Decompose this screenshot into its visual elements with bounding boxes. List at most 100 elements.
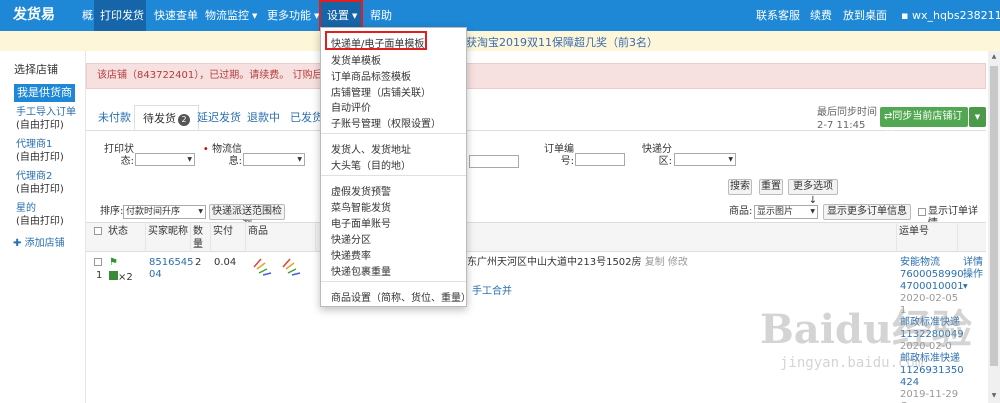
menu-item-label-template[interactable]: 订单商品标签模板 (331, 68, 411, 83)
menu-item-express-rate[interactable]: 快递费率 (331, 247, 371, 262)
logistics-select[interactable] (243, 153, 305, 166)
tab-unpaid[interactable]: 未付款 (90, 105, 139, 130)
watermark-logo: Baidu经验 (760, 306, 972, 353)
sync-dropdown-toggle[interactable]: ▼ (969, 107, 986, 127)
qty-mark-text: ×2 (118, 272, 133, 283)
sidebar-item-star[interactable]: 星的 (自由打印) (16, 202, 64, 228)
manual-merge-link[interactable]: 手工合并 (472, 286, 512, 298)
sidebar-item-agent-1[interactable]: 代理商1 (自由打印) (16, 138, 64, 164)
edit-address-link[interactable]: 修改 (668, 257, 688, 268)
product-thumbnails[interactable] (249, 255, 309, 279)
scroll-up-arrow-icon[interactable]: ▲ (988, 51, 1000, 63)
menu-divider (321, 133, 466, 134)
detail-link[interactable]: 详情 (963, 257, 983, 269)
logistics-label: • 物流信息: (202, 144, 242, 168)
sort-select[interactable]: 付款时间升序 (123, 205, 206, 219)
print-status-label: 打印状态: (104, 144, 134, 167)
sync-orders-button[interactable]: ⇄同步当前店铺订单 (880, 107, 968, 142)
announcement-text[interactable]: 获淘宝2019双11保障超几奖（前3名） (466, 34, 658, 50)
menu-item-express-template[interactable]: 快递单/电子面单模板 (331, 35, 424, 50)
nav-add-desktop[interactable]: 放到桌面 (843, 0, 887, 31)
search-button[interactable]: 搜索 (728, 179, 752, 195)
waybill-number[interactable]: 7600058990 (900, 269, 964, 281)
row-paid: 0.04 (214, 257, 237, 268)
menu-item-fake-ship-alert[interactable]: 虚假发货预警 (331, 183, 391, 198)
address-text: 东广州天河区中山大道中213号1502房 (467, 257, 642, 268)
required-mark: • (202, 144, 209, 155)
reset-button[interactable]: 重置 (759, 179, 783, 195)
tab-refunding[interactable]: 退款中 (239, 105, 288, 130)
app-logo[interactable]: 发货易 (13, 0, 55, 31)
expired-warning: 该店铺（843722401），已过期。请续费。 订购后点击 (86, 63, 986, 89)
scroll-thumb[interactable] (990, 66, 998, 366)
menu-item-sub-account[interactable]: 子账号管理（权限设置） (331, 115, 441, 130)
buyer-input[interactable] (469, 155, 519, 168)
add-shop-link[interactable]: ✚ 添加店铺 (13, 237, 65, 250)
plus-icon: ✚ (13, 238, 22, 249)
nav-renew[interactable]: 续费 (810, 0, 832, 31)
qty-tag-icon (109, 271, 118, 280)
menu-item-ewaybill-account[interactable]: 电子面单账号 (331, 215, 391, 230)
row-qty: 2 (195, 257, 202, 268)
col-goods: 商品 (246, 222, 316, 252)
menu-item-package-weight[interactable]: 快递包裹重量 (331, 263, 391, 278)
col-paid: 实付 (211, 222, 246, 252)
menu-item-sender-address[interactable]: 发货人、发货地址 (331, 141, 411, 156)
filter-panel: 打印状态: • 物流信息: 订单编号: 快递分区: 搜索 重置 更多选项 ↓ (86, 140, 986, 206)
user-account-menu[interactable]: ▪ wx_hqbs238211 ▼ (901, 0, 1000, 31)
nav-logistics-label: 物流监控 (205, 9, 249, 22)
sidebar-item-sub: (自由打印) (16, 216, 64, 227)
waybill-carrier[interactable]: 安能物流 (900, 257, 962, 269)
menu-item-shop-manage[interactable]: 店铺管理（店铺关联） (331, 84, 431, 99)
nav-more-functions[interactable]: 更多功能 ▼ (267, 0, 319, 31)
row-checkbox[interactable] (94, 258, 102, 266)
copy-address-link[interactable]: 复制 (645, 257, 665, 268)
more-options-button[interactable]: 更多选项 ↓ (788, 179, 838, 206)
nav-logistics-monitor[interactable]: 物流监控 ▼ (205, 0, 257, 31)
sidebar-item-manual-import[interactable]: 手工导入订单 (自由打印) (16, 106, 76, 132)
sidebar-item-label: 手工导入订单 (16, 107, 76, 118)
tab-label: 待发货 (143, 112, 176, 125)
sidebar-item-agent-2[interactable]: 代理商2 (自由打印) (16, 170, 64, 196)
row-index: 1 (96, 270, 103, 281)
express-zone-select[interactable] (674, 153, 736, 166)
col-waybill: 运单号 (896, 222, 958, 252)
nav-contact-support[interactable]: 联系客服 (756, 0, 800, 31)
logistics-label-text: 物流信息: (212, 144, 242, 167)
row-qty-mark: ×2 (109, 271, 133, 284)
nav-more-label: 更多功能 (267, 9, 311, 22)
menu-item-cainiao-smart[interactable]: 菜鸟智能发货 (331, 199, 391, 214)
menu-item-shipping-template[interactable]: 发货单模板 (331, 52, 381, 67)
top-nav-bar: 发货易 概况 打印发货 快速查单 物流监控 ▼ 更多功能 ▼ 设置 ▼ 帮助 联系客服… (0, 0, 1000, 31)
operate-label: 操作 (963, 269, 983, 280)
menu-item-auto-review[interactable]: 自动评价 (331, 99, 371, 114)
chevron-down-icon[interactable]: ▼ (963, 281, 983, 293)
waybill-number[interactable]: 4700010001 (900, 281, 964, 293)
sort-label: 排序: (100, 206, 124, 217)
chevron-down-icon: ▼ (252, 11, 258, 20)
show-detail-checkbox[interactable] (918, 208, 926, 216)
delivery-range-check-button[interactable]: 快递派送范围检测 (209, 204, 285, 231)
express-zone-label: 快递分区: (642, 144, 672, 167)
menu-item-goods-settings[interactable]: 商品设置（简称、货位、重量） (331, 289, 471, 304)
username: wx_hqbs238211 (911, 9, 1000, 22)
shipping-address: 东广州天河区中山大道中213号1502房 复制 修改 (467, 257, 688, 269)
more-order-info-button[interactable]: 显示更多订单信息 ▼ (823, 204, 911, 230)
operate-link[interactable]: 操作 (963, 269, 983, 281)
select-all-checkbox[interactable] (94, 227, 102, 235)
print-status-select[interactable] (135, 153, 195, 166)
menu-item-destination-tag[interactable]: 大头笔（目的地） (331, 157, 411, 172)
menu-divider (321, 175, 466, 176)
buyer-nickname[interactable]: 8516545 04 (149, 257, 194, 281)
nav-print-ship[interactable]: 打印发货 (94, 0, 146, 31)
sidebar-item-supplier[interactable]: 我是供货商 (14, 84, 75, 102)
nav-quick-search[interactable]: 快速查单 (154, 0, 198, 31)
sidebar-title: 选择店铺 (14, 63, 58, 76)
menu-item-express-zone[interactable]: 快递分区 (331, 231, 371, 246)
col-qty: 数量 (191, 222, 211, 252)
product-image-icon (253, 258, 301, 276)
order-no-input[interactable] (575, 153, 625, 166)
shop-sidebar: 选择店铺 我是供货商 手工导入订单 (自由打印) 代理商1 (自由打印) 代理商2 (… (0, 51, 86, 403)
baidu-watermark: Baidu经验 jingyan.baidu.com (760, 297, 990, 392)
goods-display-select[interactable]: 显示图片 (754, 205, 818, 219)
